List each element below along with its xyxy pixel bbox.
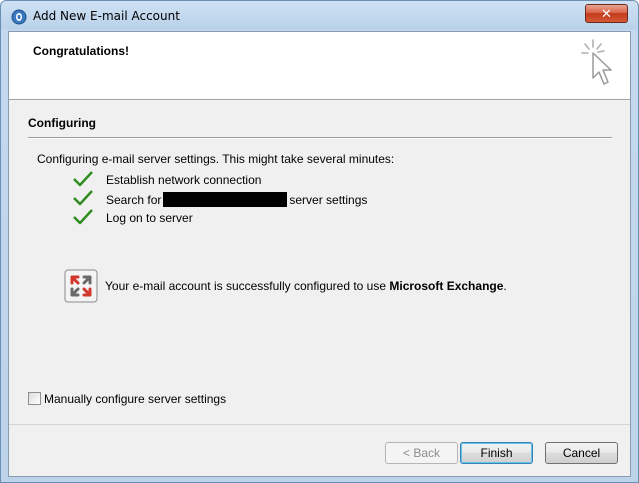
title-bar[interactable]: Add New E-mail Account ✕ [1,1,638,31]
outlook-app-icon [11,9,27,25]
step-label: Establish network connection [106,173,262,187]
result-message: Your e-mail account is successfully conf… [105,279,507,293]
checkmark-icon [73,171,93,187]
cancel-button[interactable]: Cancel [545,442,618,464]
dialog-body: Congratulations! Configuring Configuring… [8,31,631,477]
close-button[interactable]: ✕ [585,4,628,23]
dialog-window: Add New E-mail Account ✕ Congratulations… [0,0,639,483]
section-divider [28,137,612,138]
back-button[interactable]: < Back [385,442,458,464]
section-title: Configuring [28,116,96,130]
checkmark-icon [73,190,93,206]
result-text-prefix: Your e-mail account is successfully conf… [105,279,390,293]
redacted-block [163,192,288,207]
step-label: Search for server settings [106,192,367,207]
window-title: Add New E-mail Account [33,9,180,23]
checkmark-icon [73,209,93,225]
exchange-icon [64,269,98,303]
finish-button[interactable]: Finish [460,442,533,464]
step-label-suffix: server settings [289,193,368,207]
footer-divider [9,424,630,425]
step-item: Establish network connection [73,170,433,189]
step-item: Search for server settings [73,189,433,208]
header-title: Congratulations! [33,44,129,58]
close-icon: ✕ [601,5,612,21]
step-label-prefix: Search for [106,193,162,207]
server-type: Microsoft Exchange [389,279,504,293]
step-label: Log on to server [106,211,193,225]
manual-config-checkbox[interactable] [28,392,41,405]
cursor-sparkle-icon [581,39,612,85]
configuring-intro: Configuring e-mail server settings. This… [37,152,395,166]
wizard-header: Congratulations! [9,32,630,100]
manual-config-label[interactable]: Manually configure server settings [44,392,226,406]
result-text-suffix: . [503,279,507,293]
step-item: Log on to server [73,208,433,227]
